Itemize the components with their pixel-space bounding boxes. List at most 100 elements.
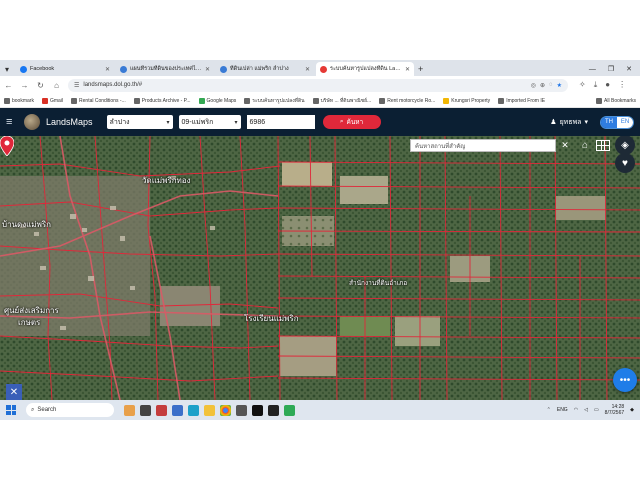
clock[interactable]: 14:28 8/7/2567 (605, 404, 624, 416)
explorer-icon[interactable] (204, 404, 215, 416)
app-icon[interactable] (156, 404, 167, 416)
close-icon[interactable]: ✕ (105, 66, 110, 73)
tab-title: ที่ดินเปล่า แม่พริก ลำปาง (230, 66, 289, 72)
menu-icon[interactable]: ⋮ (618, 80, 626, 90)
office-select[interactable]: 09-แม่พริก ▾ (178, 115, 241, 129)
user-menu[interactable]: ♟ ยุทธพล ▾ (550, 117, 588, 128)
bookmark-item[interactable]: Google Maps (198, 97, 236, 104)
windows-taskbar: ⌕ Search ⌃ ENG ◠ ◁ ▭ 14:28 8/7/2567 ◆ (0, 400, 640, 420)
province-select[interactable]: ลำปาง ▾ (106, 115, 173, 129)
bookmark-label: Products Archive - P... (141, 97, 191, 104)
language-toggle[interactable]: TH EN (600, 115, 634, 129)
address-bar[interactable]: ☰ landsmaps.dol.go.th/# ◎ ⊕ ◌ ★ (68, 78, 568, 92)
bookmark-item[interactable]: bookmark (4, 97, 34, 104)
profile-icon[interactable]: ● (605, 80, 610, 90)
reload-icon[interactable]: ↻ (36, 81, 45, 90)
volume-icon[interactable]: ◁ (584, 407, 588, 413)
app-icon[interactable] (172, 404, 183, 416)
taskbar-search[interactable]: ⌕ Search (26, 403, 114, 417)
site-info-icon[interactable]: ☰ (74, 82, 79, 89)
tab-landmap-2[interactable]: ที่ดินเปล่า แม่พริก ลำปาง ✕ (216, 62, 314, 76)
x-icon[interactable] (252, 404, 263, 416)
place-search-input[interactable]: ค้นหาสถานที่สำคัญ (410, 139, 556, 152)
brand-name: LandsMaps (46, 117, 93, 127)
favorite-icon[interactable]: ♥ (615, 153, 635, 173)
bookmark-label: All Bookmarks (604, 97, 636, 104)
zoom-icon[interactable]: ⊕ (540, 82, 545, 89)
star-icon[interactable]: ★ (557, 82, 562, 89)
new-tab-button[interactable]: + (418, 62, 423, 76)
widgets-icon[interactable] (124, 404, 135, 416)
tab-title: ระบบค้นหารูปแปลงที่ดิน LandsMaps (330, 66, 402, 72)
map-view[interactable]: วัดแม่พริกทอง บ้านดงแม่พริก ศูนย์ส่งเสริ… (0, 136, 640, 400)
landsmaps-logo (24, 114, 40, 130)
lang-en[interactable]: EN (617, 116, 633, 128)
location-pin-icon[interactable] (0, 136, 14, 156)
windows-start-icon[interactable] (6, 405, 16, 415)
all-bookmarks[interactable]: All Bookmarks (596, 97, 636, 104)
browser-toolbar: ← → ↻ ⌂ ☰ landsmaps.dol.go.th/# ◎ ⊕ ◌ ★ … (0, 76, 640, 94)
forward-icon[interactable]: → (20, 81, 29, 90)
input-language[interactable]: ENG (557, 407, 568, 413)
tools-icon[interactable]: ✕ (6, 384, 22, 400)
bookmark-item[interactable]: Products Archive - P... (133, 97, 191, 104)
bookmark-label: บริษัท ... ที่ดินพาณิชย์... (320, 97, 372, 104)
close-window-icon[interactable]: ✕ (626, 65, 632, 73)
bookmark-item[interactable]: Rental Conditions -... (71, 97, 126, 104)
clock-date: 8/7/2567 (604, 410, 625, 416)
notification-icon[interactable]: ◆ (630, 407, 634, 413)
site-icon (312, 97, 319, 104)
back-icon[interactable]: ← (4, 81, 13, 90)
menu-icon[interactable]: ≡ (6, 116, 18, 128)
close-icon[interactable]: ✕ (305, 66, 310, 73)
close-icon[interactable]: ✕ (560, 139, 570, 152)
chevron-down-icon: ▾ (234, 119, 238, 126)
extensions-icon[interactable]: ✧ (579, 80, 586, 90)
bookmark-item[interactable]: บริษัท ... ที่ดินพาณิชย์... (312, 97, 372, 105)
close-icon[interactable]: ✕ (405, 66, 410, 73)
more-options-button[interactable]: ••• (613, 368, 637, 392)
edge-icon[interactable] (188, 404, 199, 416)
tab-facebook[interactable]: Facebook ✕ (16, 62, 114, 76)
home-icon[interactable]: ⌂ (578, 139, 592, 152)
map-label-wat: วัดแม่พริกทอง (142, 176, 191, 185)
user-icon: ♟ (550, 119, 557, 126)
maximize-icon[interactable]: ❐ (608, 65, 614, 73)
download-icon[interactable]: ⤓ (594, 80, 598, 90)
bookmark-item[interactable]: ระบบค้นหารูปแปลงที่ดิน (244, 97, 305, 105)
site-icon (133, 97, 140, 104)
bookmark-item[interactable]: Imported From IE (498, 97, 545, 104)
map-label-center-line2: เกษตร (18, 318, 41, 327)
taskbar-apps (124, 404, 295, 416)
chevron-up-icon[interactable]: ⌃ (547, 407, 551, 413)
lang-th[interactable]: TH (601, 116, 617, 128)
bookmark-item[interactable]: Rent motorcycle Ro... (379, 97, 435, 104)
parcel-number-input[interactable]: 6986 (246, 115, 315, 129)
toolbar-actions: ✧ ⤓ ● ⋮ (579, 80, 626, 90)
location-icon[interactable]: ◎ (531, 82, 536, 89)
tiktok-icon[interactable] (268, 404, 279, 416)
bookmark-item[interactable]: Krungsri Property (443, 97, 490, 104)
url-text: landsmaps.dol.go.th/# (83, 82, 143, 88)
eye-off-icon[interactable]: ◌ (549, 82, 553, 88)
search-button[interactable]: ⌕ ค้นหา (322, 115, 381, 129)
tab-landsmaps[interactable]: ระบบค้นหารูปแปลงที่ดิน LandsMaps ✕ (316, 62, 414, 76)
home-icon[interactable]: ⌂ (52, 81, 61, 90)
app-icon[interactable] (236, 404, 247, 416)
app-icon[interactable] (284, 404, 295, 416)
close-icon[interactable]: ✕ (205, 66, 210, 73)
parcel-grid-icon[interactable] (596, 140, 610, 151)
bookmark-label: Rental Conditions -... (79, 97, 126, 104)
tab-landmap-1[interactable]: แผนที่รวมที่ดินของประเทศไทย ✕ (116, 62, 214, 76)
map-label-village: บ้านดงแม่พริก (2, 220, 51, 229)
chrome-icon[interactable] (220, 404, 231, 416)
wifi-icon[interactable]: ◠ (574, 407, 578, 413)
battery-icon[interactable]: ▭ (594, 407, 599, 413)
chevron-down-icon: ▾ (166, 119, 170, 126)
task-view-icon[interactable] (140, 404, 151, 416)
site-icon (220, 65, 227, 73)
tab-list-icon[interactable]: ▾ (0, 62, 14, 76)
minimize-icon[interactable]: — (589, 66, 596, 73)
bookmarks-bar: bookmark Gmail Rental Conditions -... Pr… (0, 94, 640, 108)
bookmark-item[interactable]: Gmail (41, 97, 63, 104)
